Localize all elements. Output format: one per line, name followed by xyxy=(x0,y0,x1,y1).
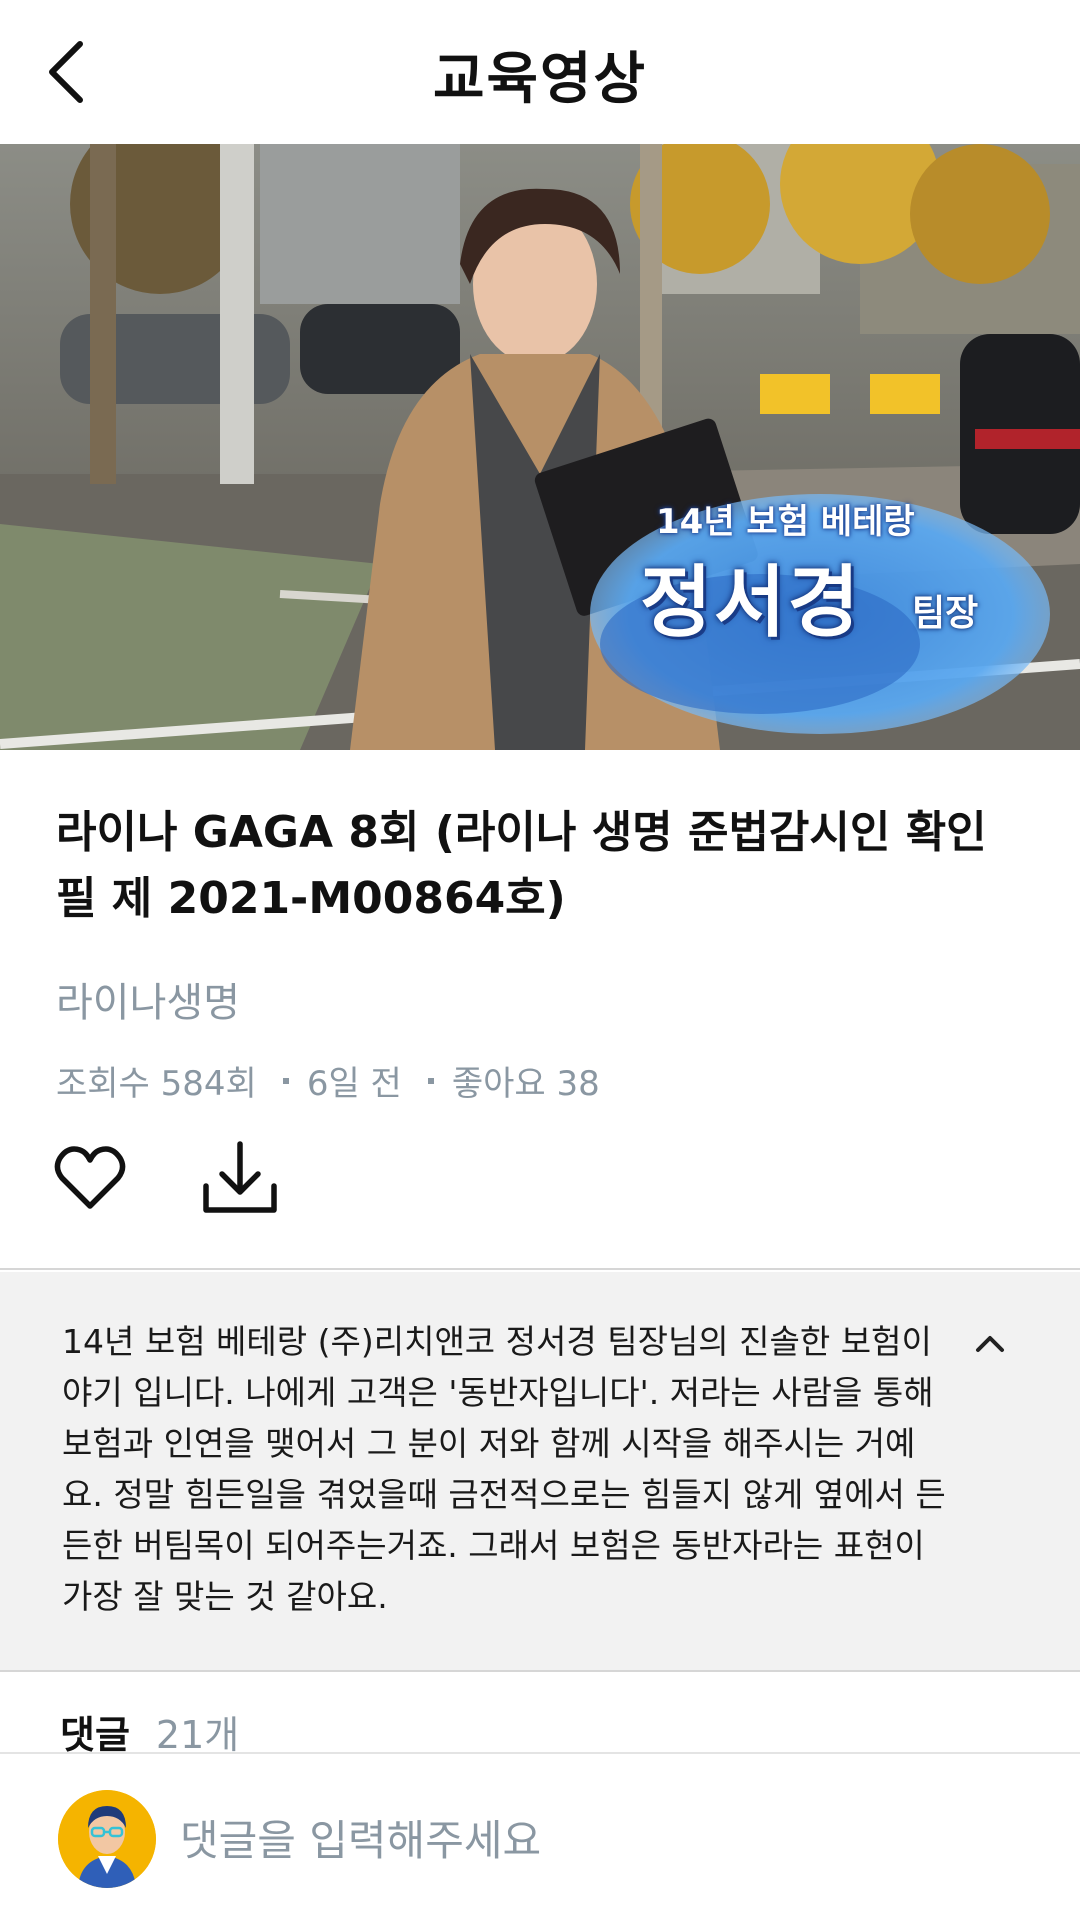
avatar-icon xyxy=(58,1790,156,1888)
comment-input-bar xyxy=(0,1752,1080,1922)
view-count: 조회수 584회 xyxy=(56,1064,257,1104)
comments-count: 21개 xyxy=(155,1713,240,1757)
separator-dot xyxy=(282,1077,289,1084)
comment-input[interactable] xyxy=(178,1800,1022,1880)
download-button[interactable] xyxy=(202,1140,278,1216)
page-title: 교육영상 xyxy=(432,47,648,112)
divider xyxy=(0,1670,1080,1672)
description-panel: 14년 보험 베테랑 (주)리치앤코 정서경 팀장님의 진솔한 보험이야기 입니… xyxy=(0,1272,1080,1670)
comments-header: 댓글 21개 xyxy=(60,1704,239,1759)
caption-subtitle: 14년 보험 베테랑 xyxy=(656,502,915,542)
upload-date: 6일 전 xyxy=(306,1064,402,1104)
download-icon xyxy=(203,1141,277,1213)
description-text: 14년 보험 베테랑 (주)리치앤코 정서경 팀장님의 진솔한 보험이야기 입니… xyxy=(62,1322,946,1616)
heart-icon xyxy=(54,1146,126,1209)
video-player[interactable]: 14년 보험 베테랑 정서경 팀장 xyxy=(0,144,1080,750)
divider xyxy=(0,1268,1080,1270)
user-avatar xyxy=(58,1790,156,1888)
collapse-description-button[interactable] xyxy=(970,1326,1010,1362)
video-meta: 조회수 584회 6일 전 좋아요 38 xyxy=(56,1056,600,1105)
app-header: 교육영상 xyxy=(0,0,1080,144)
video-title: 라이나 GAGA 8회 (라이나 생명 준법감시인 확인필 제 2021-M00… xyxy=(56,807,987,924)
like-count: 좋아요 38 xyxy=(451,1064,600,1104)
video-thumbnail xyxy=(0,144,1080,750)
caption-name: 정서경 xyxy=(640,558,862,648)
channel-name[interactable]: 라이나생명 xyxy=(56,970,240,1028)
chevron-up-icon xyxy=(976,1336,1004,1352)
like-button[interactable] xyxy=(52,1140,128,1216)
caption-role: 팀장 xyxy=(912,593,979,634)
comments-label: 댓글 xyxy=(60,1713,130,1757)
separator-dot xyxy=(427,1077,434,1084)
